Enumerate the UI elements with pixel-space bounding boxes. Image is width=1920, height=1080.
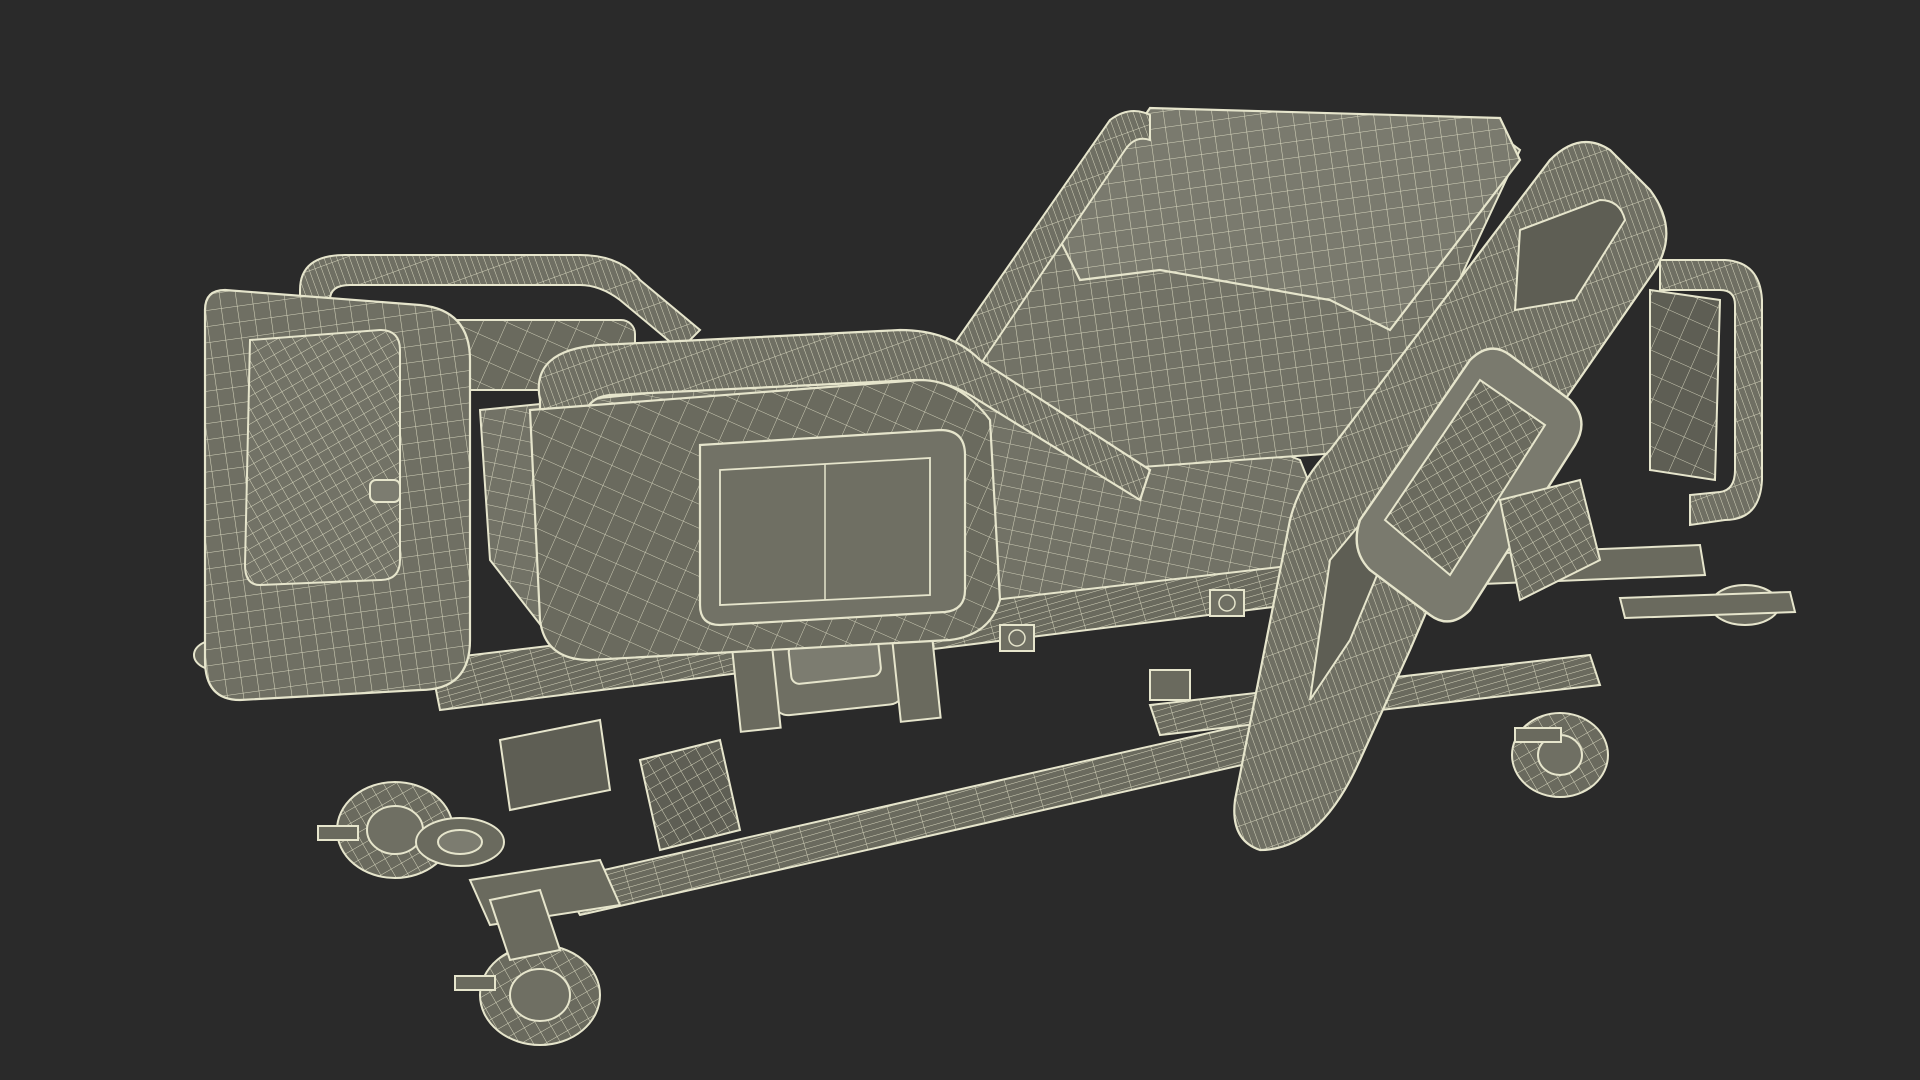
bed-wireframe-render (193, 106, 1797, 1046)
caster-rear-left (1511, 712, 1609, 798)
footboard (203, 288, 472, 702)
caster-rear-right (1618, 584, 1797, 626)
render-viewport (0, 0, 1920, 1080)
base-frame (468, 653, 1602, 927)
